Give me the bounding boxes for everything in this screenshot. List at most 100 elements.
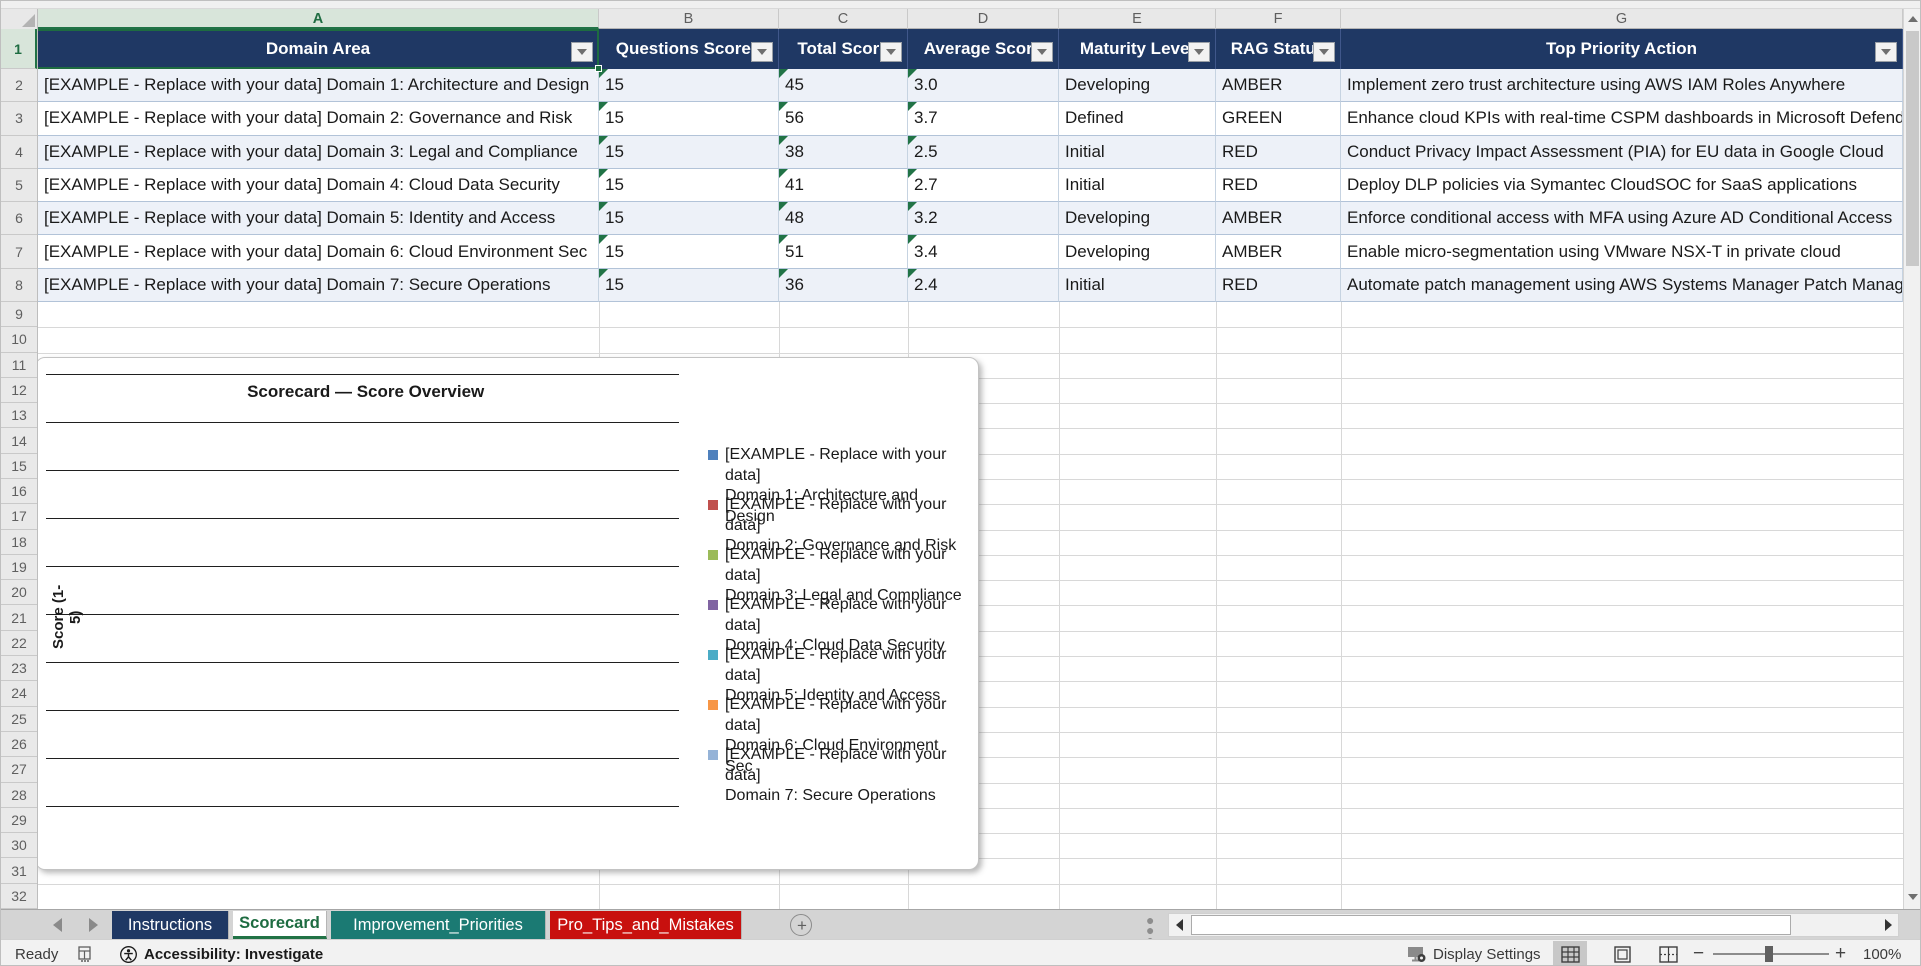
cell-E6[interactable]: Developing [1059,202,1216,236]
cell-E2[interactable]: Developing [1059,69,1216,103]
cell-B7[interactable]: 15 [599,235,779,269]
filter-dropdown-button[interactable] [751,42,773,62]
cell-C3[interactable]: 56 [779,102,908,136]
row-header-12[interactable]: 12 [1,378,37,404]
cell-F8[interactable]: RED [1216,268,1341,303]
cell-G2[interactable]: Implement zero trust architecture using … [1341,69,1903,103]
cell-A2[interactable]: [EXAMPLE - Replace with your data] Domai… [38,69,599,103]
row-header-26[interactable]: 26 [1,732,37,758]
cell-E7[interactable]: Developing [1059,235,1216,269]
column-header-F[interactable]: F [1216,9,1341,29]
cell-F3[interactable]: GREEN [1216,102,1341,136]
display-settings-button[interactable]: Display Settings [1407,940,1541,965]
cell-B4[interactable]: 15 [599,135,779,169]
column-header-D[interactable]: D [908,9,1059,29]
filter-dropdown-button[interactable] [880,42,902,62]
scroll-down-button[interactable] [1904,887,1920,907]
sheet-tab-improvement_priorities[interactable]: Improvement_Priorities [331,911,546,939]
row-header-9[interactable]: 9 [1,302,37,328]
row-header-11[interactable]: 11 [1,353,37,378]
cell-B6[interactable]: 15 [599,202,779,236]
row-header-3[interactable]: 3 [1,102,37,136]
table-header-3[interactable]: Total Score [779,29,908,69]
cell-A3[interactable]: [EXAMPLE - Replace with your data] Domai… [38,102,599,136]
cell-D7[interactable]: 3.4 [908,235,1059,269]
column-header-C[interactable]: C [779,9,908,29]
table-header-2[interactable]: Questions Scored [599,29,779,69]
cell-C2[interactable]: 45 [779,69,908,103]
cell-F7[interactable]: AMBER [1216,235,1341,269]
view-page-break-button[interactable] [1651,941,1685,965]
cell-F4[interactable]: RED [1216,135,1341,169]
cell-B8[interactable]: 15 [599,268,779,303]
cell-F2[interactable]: AMBER [1216,69,1341,103]
cell-C6[interactable]: 48 [779,202,908,236]
legend-item-7[interactable]: [EXAMPLE - Replace with your data] Domain… [708,745,970,807]
new-sheet-button[interactable]: + [790,914,812,936]
cell-A8[interactable]: [EXAMPLE - Replace with your data] Domai… [38,268,599,303]
row-header-27[interactable]: 27 [1,757,37,783]
cell-G7[interactable]: Enable micro-segmentation using VMware N… [1341,235,1903,269]
row-header-4[interactable]: 4 [1,136,37,169]
row-header-13[interactable]: 13 [1,403,37,429]
row-header-18[interactable]: 18 [1,530,37,555]
row-header-15[interactable]: 15 [1,454,37,480]
zoom-level-button[interactable]: 100% [1863,940,1901,965]
row-header-14[interactable]: 14 [1,428,37,454]
cell-C8[interactable]: 36 [779,268,908,303]
row-header-24[interactable]: 24 [1,681,37,707]
row-header-32[interactable]: 32 [1,884,37,909]
row-header-22[interactable]: 22 [1,631,37,657]
filter-dropdown-button[interactable] [1031,42,1053,62]
horizontal-scrollbar[interactable] [1168,913,1899,937]
tab-scroll-right-button[interactable] [89,918,98,932]
filter-dropdown-button[interactable] [571,42,593,62]
zoom-slider-handle[interactable] [1765,946,1773,962]
row-header-8[interactable]: 8 [1,269,37,303]
row-header-5[interactable]: 5 [1,169,37,203]
row-header-16[interactable]: 16 [1,479,37,505]
vertical-scroll-thumb[interactable] [1906,31,1919,266]
cell-D8[interactable]: 2.4 [908,268,1059,303]
cell-G3[interactable]: Enhance cloud KPIs with real-time CSPM d… [1341,102,1903,136]
scroll-right-button[interactable] [1878,914,1898,936]
sheet-tab-pro_tips_and_mistakes[interactable]: Pro_Tips_and_Mistakes [550,911,742,939]
cell-G8[interactable]: Automate patch management using AWS Syst… [1341,268,1903,303]
column-header-G[interactable]: G [1341,9,1903,29]
row-header-17[interactable]: 17 [1,504,37,530]
row-header-19[interactable]: 19 [1,555,37,581]
table-header-7[interactable]: Top Priority Action [1341,29,1903,69]
tab-scroll-left-button[interactable] [53,918,62,932]
cell-D2[interactable]: 3.0 [908,69,1059,103]
accessibility-checker-button[interactable]: Accessibility: Investigate [119,940,323,965]
cell-D3[interactable]: 3.7 [908,102,1059,136]
cell-A4[interactable]: [EXAMPLE - Replace with your data] Domai… [38,135,599,169]
row-header-23[interactable]: 23 [1,656,37,682]
cell-E5[interactable]: Initial [1059,168,1216,203]
select-all-corner[interactable] [1,9,38,29]
cell-B3[interactable]: 15 [599,102,779,136]
column-header-E[interactable]: E [1059,9,1216,29]
row-header-2[interactable]: 2 [1,69,37,103]
row-header-21[interactable]: 21 [1,605,37,631]
row-header-1[interactable]: 1 [1,29,37,69]
sheet-tab-scorecard[interactable]: Scorecard [233,911,327,939]
view-normal-button[interactable] [1553,941,1587,965]
filter-dropdown-button[interactable] [1875,42,1897,62]
cell-G5[interactable]: Deploy DLP policies via Symantec CloudSO… [1341,168,1903,203]
cell-D6[interactable]: 3.2 [908,202,1059,236]
cell-C5[interactable]: 41 [779,168,908,203]
row-header-7[interactable]: 7 [1,235,37,269]
score-overview-chart[interactable]: Scorecard — Score Overview Score (1-5) [… [38,357,979,870]
table-header-1[interactable]: Domain Area [38,29,599,69]
filter-dropdown-button[interactable] [1188,42,1210,62]
cell-F5[interactable]: RED [1216,168,1341,203]
cell-E4[interactable]: Initial [1059,135,1216,169]
zoom-out-button[interactable]: − [1693,940,1704,965]
cell-E8[interactable]: Initial [1059,268,1216,303]
cell-A7[interactable]: [EXAMPLE - Replace with your data] Domai… [38,235,599,269]
sheet-tab-instructions[interactable]: Instructions [112,911,229,939]
table-header-5[interactable]: Maturity Level [1059,29,1216,69]
row-header-25[interactable]: 25 [1,707,37,732]
table-header-4[interactable]: Average Score [908,29,1059,69]
